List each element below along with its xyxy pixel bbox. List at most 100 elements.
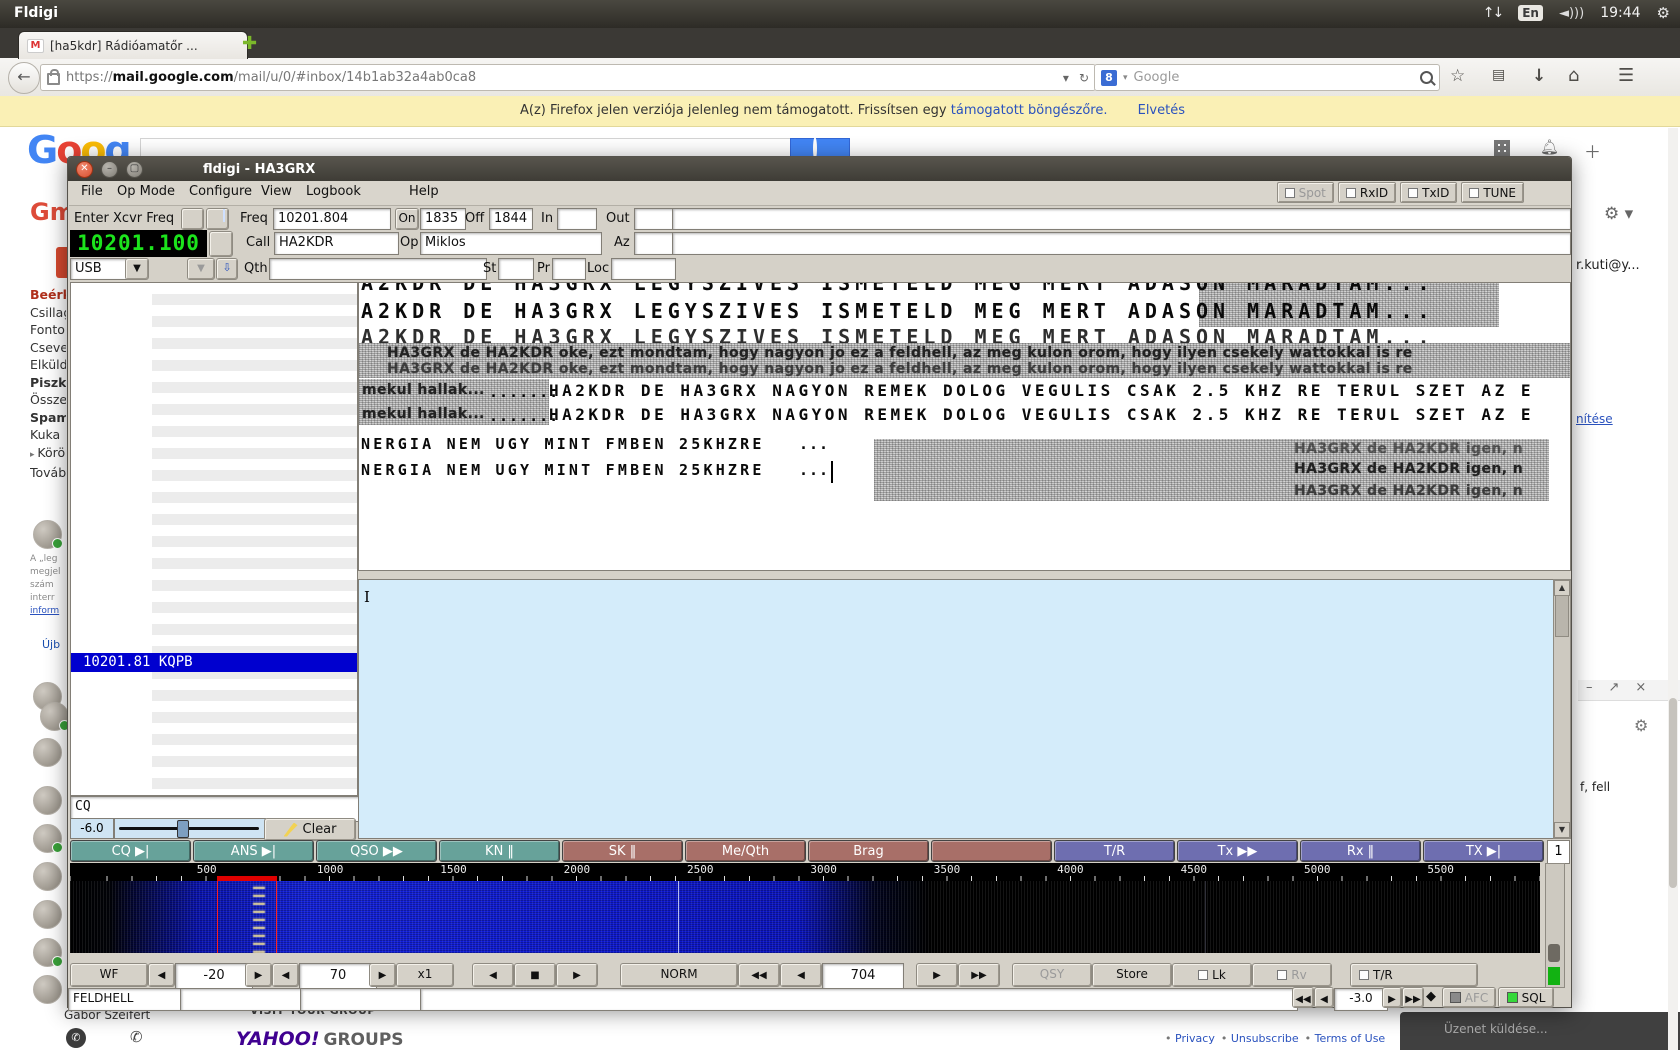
sidebar-label[interactable]: Továb — [30, 464, 66, 482]
freq-down-button[interactable]: ◀ — [780, 963, 822, 987]
freq-field[interactable]: 10201.804 — [273, 208, 391, 230]
macro-button[interactable]: Rx ‖ — [1300, 840, 1421, 862]
footer-link[interactable]: Unsubscribe — [1221, 1032, 1299, 1045]
freq-down-fast-button[interactable]: ◀◀ — [738, 963, 780, 987]
save-qso-button[interactable]: ⇩ — [216, 258, 238, 280]
close-icon[interactable]: × — [1635, 680, 1646, 700]
mode-dropdown-button[interactable]: ▼ — [125, 258, 149, 280]
browser-scrollbar[interactable] — [1668, 128, 1678, 1050]
menu-view[interactable]: View — [261, 184, 292, 199]
window-close-button[interactable]: ✕ — [76, 161, 93, 178]
search-box[interactable]: 8 ▾ Google — [1094, 64, 1440, 91]
range-down-button[interactable]: ◀ — [272, 963, 299, 987]
sidebar-label[interactable]: Körök — [30, 444, 66, 465]
avatar[interactable] — [33, 862, 62, 891]
sidebar-label[interactable]: Cseve — [30, 339, 66, 357]
macro-button[interactable]: TX ▶| — [1423, 840, 1544, 862]
reload-icon[interactable]: ↻ — [1079, 71, 1089, 85]
sidebar-label[interactable]: Elküld — [30, 356, 66, 374]
sidebar-label[interactable]: Beérk — [30, 286, 66, 304]
mode-status[interactable]: FELDHELL — [68, 988, 186, 1011]
pr-field[interactable] — [552, 258, 586, 280]
lock-button[interactable]: Lk — [1172, 963, 1252, 987]
sidebar-label[interactable]: Spam — [30, 409, 66, 427]
toggle-button[interactable]: RxID — [1338, 182, 1396, 203]
notifications-bell-icon[interactable]: 🔔︎ — [1540, 138, 1559, 156]
az-field[interactable] — [634, 232, 676, 255]
sidebar-label[interactable]: Össze — [30, 391, 66, 409]
center-button[interactable]: ■ — [514, 963, 556, 987]
scroll-up-icon[interactable]: ▲ — [1554, 580, 1570, 596]
top-right-field-1[interactable] — [672, 208, 1571, 230]
engine-dropdown-icon[interactable]: ▾ — [1123, 73, 1128, 83]
search-icon[interactable] — [1420, 71, 1433, 84]
toggle-button[interactable]: TxID — [1400, 182, 1457, 203]
st-field[interactable] — [498, 258, 534, 280]
squelch-slider[interactable] — [114, 818, 266, 839]
macro-button[interactable] — [931, 840, 1052, 862]
network-indicator-icon[interactable]: ↑↓ — [1483, 5, 1502, 21]
txrx-button[interactable]: T/R — [1350, 963, 1478, 987]
macro-button[interactable]: KN ‖ — [439, 840, 560, 862]
footer-link[interactable]: Terms of Use — [1305, 1032, 1386, 1045]
sidebar-label[interactable]: Kuka — [30, 426, 66, 444]
macro-button[interactable]: ANS ▶| — [193, 840, 314, 862]
avatar[interactable] — [33, 786, 62, 815]
url-bar[interactable]: https://mail.google.com/mail/u/0/#inbox/… — [40, 64, 1096, 91]
macro-bank-button[interactable]: 1 — [1547, 840, 1570, 864]
fldigi-titlebar[interactable]: ✕ – ▢ fldigi - HA3GRX — [68, 157, 1571, 181]
bookmark-star-icon[interactable]: ☆ — [1450, 66, 1465, 86]
snr-value[interactable]: -3.0 — [1334, 988, 1388, 1011]
freq-up-button[interactable]: ▶ — [916, 963, 958, 987]
supported-browser-link[interactable]: támogatott böngészőre. — [951, 103, 1108, 118]
call-icon[interactable]: ✆ — [66, 1028, 86, 1048]
top-right-field-2[interactable] — [672, 232, 1571, 255]
menu-file[interactable]: File — [81, 184, 103, 199]
ampl-value[interactable]: -20 — [175, 963, 253, 991]
session-gear-icon[interactable]: ⚙ — [1657, 4, 1670, 22]
rst-out-field[interactable] — [634, 208, 676, 230]
qsy-button[interactable]: QSY — [1012, 963, 1092, 987]
google-search-engine-icon[interactable]: 8 — [1101, 70, 1117, 86]
waterfall-display[interactable] — [70, 881, 1540, 953]
ampl-down-button[interactable]: ◀ — [148, 963, 175, 987]
chat-gear-icon[interactable]: ⚙ — [1634, 716, 1648, 735]
sidebar-label[interactable]: Fonto — [30, 321, 66, 339]
on-time-field[interactable]: 1835 — [420, 208, 466, 230]
store-button[interactable]: Store — [1092, 963, 1172, 987]
secondary-dropdown-button[interactable]: ▼ — [187, 258, 215, 280]
waterfall-slider[interactable] — [1545, 863, 1565, 988]
mode-select[interactable]: USB — [70, 258, 130, 280]
on-time-button[interactable]: On — [395, 208, 419, 230]
avatar[interactable] — [33, 738, 62, 767]
scrollbar-thumb[interactable] — [1669, 698, 1677, 888]
compose-button-sliver[interactable] — [56, 247, 67, 278]
new-tab-button[interactable]: ✚ — [242, 36, 257, 52]
menu-configure[interactable]: Configure — [189, 184, 252, 199]
avatar[interactable] — [33, 520, 62, 549]
menu-opmode[interactable]: Op Mode — [117, 184, 175, 199]
browser-tab[interactable]: M [ha5kdr] Rádióamatőr ... — [18, 31, 248, 59]
zoom-button[interactable]: x1 — [396, 963, 454, 987]
logbook-dialog-button[interactable] — [181, 208, 204, 230]
macro-button[interactable]: SK ‖ — [562, 840, 683, 862]
macro-button[interactable]: Me/Qth — [685, 840, 806, 862]
sidebar-label[interactable]: Piszk — [30, 374, 66, 392]
reading-list-icon[interactable]: ▤ — [1492, 67, 1505, 83]
macro-button[interactable]: QSO ▶▶ — [316, 840, 437, 862]
back-button[interactable]: ← — [8, 62, 40, 94]
sidebar-label[interactable]: Csillag — [30, 304, 66, 322]
tx-scrollbar[interactable]: ▲ ▼ — [1553, 579, 1571, 839]
avatar[interactable] — [33, 975, 62, 1004]
avatar[interactable] — [33, 938, 62, 967]
scroll-right-button[interactable]: ▶ — [556, 963, 598, 987]
avatar[interactable] — [40, 702, 69, 731]
selected-channel-row[interactable]: 10201.81 KQPB — [71, 653, 358, 672]
qth-field[interactable] — [269, 258, 487, 280]
vfo-frequency-display[interactable]: 10201.100 — [70, 230, 207, 257]
gmail-more-link[interactable]: Újb — [42, 638, 60, 651]
sql-button[interactable]: SQL — [1498, 987, 1554, 1008]
macro-button[interactable]: T/R — [1054, 840, 1175, 862]
scroll-down-icon[interactable]: ▼ — [1554, 822, 1570, 838]
url-dropdown-icon[interactable]: ▾ — [1063, 71, 1069, 85]
